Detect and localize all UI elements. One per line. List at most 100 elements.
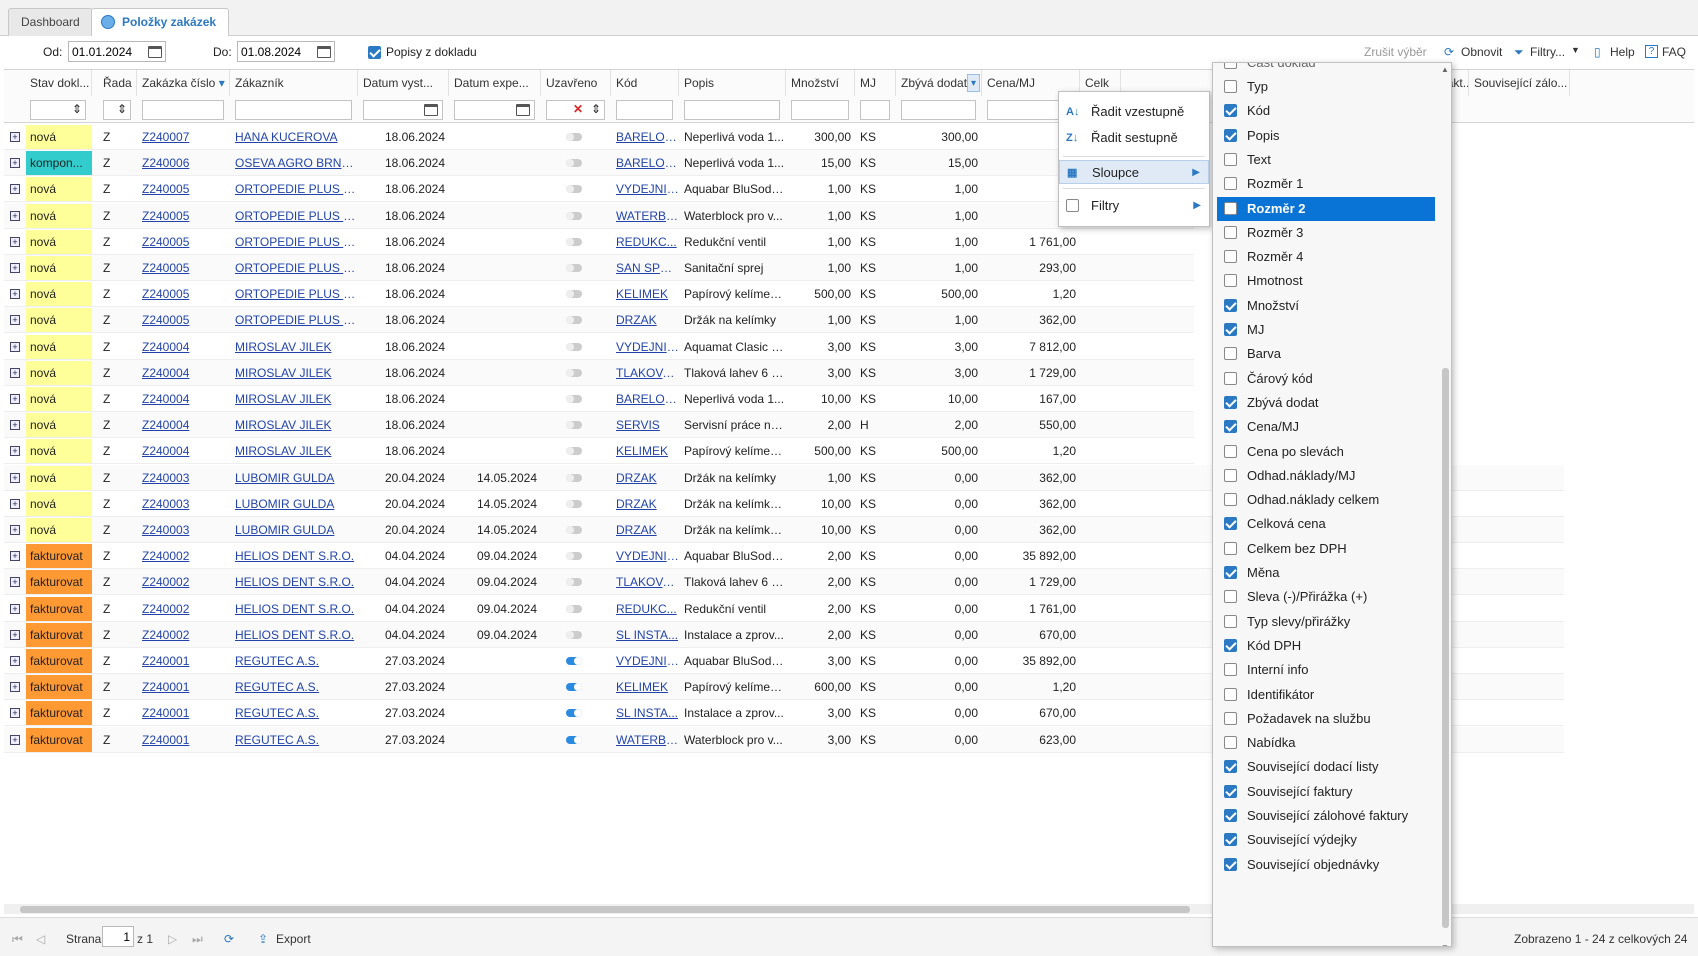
cell-order-number[interactable]: Z240002 [138,596,230,622]
cell-code[interactable]: BARELOV... [612,124,679,150]
table-row[interactable]: + nová Z Z240005ORTOPEDIE PLUS S.R.O 18.06.2… [4,202,1194,229]
cell-customer[interactable]: MIROSLAV JILEK [231,334,358,360]
cell-customer[interactable]: MIROSLAV JILEK [231,386,358,412]
refresh-button[interactable]: Obnovit [1461,45,1502,59]
closed-toggle[interactable] [566,421,582,430]
cell-order-number[interactable]: Z240006 [138,150,230,176]
closed-toggle[interactable] [566,735,582,744]
column-checkbox[interactable] [1224,371,1237,385]
calendar-icon[interactable] [424,104,438,116]
column-header-closed[interactable]: Uzavřeno [542,70,611,96]
cell-code[interactable]: REDUKC... [612,229,679,255]
next-page-icon[interactable]: ▷ [168,932,177,946]
cell-customer[interactable]: HELIOS DENT S.R.O. [231,543,358,569]
expand-row-icon[interactable]: + [10,551,20,562]
closed-toggle[interactable] [566,657,582,665]
table-row[interactable]: + nová Z Z240005ORTOPEDIE PLUS S.R.O 18.06.2… [4,176,1194,203]
stepper-icon[interactable]: ⇕ [591,102,601,116]
cell-code[interactable]: VYDEJNIK... [612,334,679,360]
closed-toggle[interactable] [566,578,582,587]
cell-customer[interactable]: LUBOMIR GULDA [231,517,358,543]
column-option[interactable]: Celková cena [1217,512,1435,536]
cell-code[interactable]: SL INSTA... [612,622,679,648]
faq-button[interactable]: FAQ [1662,45,1686,59]
cell-order-number[interactable]: Z240004 [138,360,230,386]
cell-order-number[interactable]: Z240003 [138,465,230,491]
cell-order-number[interactable]: Z240004 [138,412,230,438]
column-filter-remaining[interactable] [901,100,976,120]
cell-customer[interactable]: ORTOPEDIE PLUS S.R.O [231,255,358,281]
expand-row-icon[interactable]: + [10,603,20,614]
cell-customer[interactable]: REGUTEC A.S. [231,727,358,753]
closed-toggle[interactable] [566,290,582,299]
column-checkbox[interactable] [1224,128,1237,142]
column-checkbox[interactable] [1224,711,1237,725]
column-header-remaining[interactable]: Zbývá dodat ▾ [897,70,982,96]
cell-code[interactable]: DRZAK [612,517,679,543]
closed-toggle[interactable] [566,473,582,482]
column-checkbox[interactable] [1224,104,1237,118]
cell-code[interactable]: SL INSTA... [612,700,679,726]
column-checkbox[interactable] [1224,298,1237,312]
expand-row-icon[interactable]: + [10,472,20,483]
closed-toggle[interactable] [566,316,582,325]
column-option[interactable]: Měna [1217,561,1435,585]
export-icon[interactable]: ⇪ [258,932,268,946]
cell-customer[interactable]: HANA KUCEROVA [231,124,358,150]
column-checkbox[interactable] [1224,809,1237,822]
chevron-down-icon[interactable]: ▼ [1571,45,1580,55]
column-option[interactable]: Nabídka [1217,731,1435,755]
column-header-series[interactable]: Řada [99,70,137,96]
column-option[interactable]: Související faktury [1217,780,1435,804]
column-checkbox[interactable] [1224,444,1237,458]
expand-row-icon[interactable]: + [10,394,20,404]
closed-toggle[interactable] [566,211,582,220]
table-row[interactable]: + nová Z Z240004 MIROSLAV JILEK 18.06.2024 BAR… [4,386,1194,412]
column-option[interactable]: Text [1217,148,1435,172]
table-row[interactable]: + nová Z Z240005ORTOPEDIE PLUS S.R.O 18.06.2… [4,307,1194,334]
column-checkbox[interactable] [1224,687,1237,701]
cell-code[interactable]: SAN SPREJ [612,255,679,281]
expand-row-icon[interactable]: + [10,577,20,588]
reload-icon[interactable]: ⟳ [224,932,234,946]
column-header-customer[interactable]: Zákazník [231,70,358,96]
closed-toggle[interactable] [566,526,582,534]
column-checkbox[interactable] [1224,590,1237,604]
cell-order-number[interactable]: Z240004 [138,386,230,412]
cell-code[interactable]: REDUKC... [612,596,679,622]
tab-dashboard[interactable]: Dashboard [8,8,93,36]
column-filter-quantity[interactable] [791,100,849,120]
closed-toggle[interactable] [566,237,582,246]
stepper-icon[interactable]: ⇕ [72,102,82,116]
column-option[interactable]: Cena po slevách [1217,440,1435,464]
column-checkbox[interactable] [1224,80,1237,93]
cell-code[interactable]: BARELOV... [612,386,679,412]
cell-customer[interactable]: MIROSLAV JILEK [231,412,358,438]
cell-customer[interactable]: ORTOPEDIE PLUS S.R.O [231,203,358,229]
cell-code[interactable]: VYDEJNIK... [612,176,679,202]
column-filter-status[interactable]: ⇕ [30,100,86,120]
column-header-quantity[interactable]: Množství [787,70,855,96]
menu-scrollbar[interactable]: ▲ ▼ [1440,65,1450,946]
column-filter-description[interactable] [684,100,780,120]
cell-order-number[interactable]: Z240001 [138,700,230,726]
expand-row-icon[interactable]: + [10,132,20,142]
column-header-expedition-date[interactable]: Datum expe... [450,70,541,96]
closed-toggle[interactable] [566,552,582,561]
column-option[interactable]: Cena/MJ [1217,415,1435,439]
calendar-icon[interactable] [516,104,530,116]
column-option[interactable]: Celkem bez DPH [1217,537,1435,561]
cell-customer[interactable]: HELIOS DENT S.R.O. [231,569,358,595]
cell-customer[interactable]: MIROSLAV JILEK [231,438,358,464]
column-checkbox[interactable] [1224,663,1237,677]
cell-order-number[interactable]: Z240005 [138,203,230,229]
column-option[interactable]: Související výdejky [1217,828,1435,852]
column-option[interactable]: Množství [1217,294,1435,318]
column-filter-closed[interactable]: ✕ ⇕ [546,100,605,120]
column-header-issue-date[interactable]: Datum vyst... [359,70,449,96]
column-option[interactable]: Odhad.náklady/MJ [1217,464,1435,488]
cell-customer[interactable]: ORTOPEDIE PLUS S.R.O [231,176,358,202]
column-checkbox[interactable] [1224,468,1237,482]
table-row[interactable]: + kompon... Z Z240006OSEVA AGRO BRNO, S... 1… [4,150,1194,177]
help-icon[interactable]: ▯ [1594,45,1601,59]
